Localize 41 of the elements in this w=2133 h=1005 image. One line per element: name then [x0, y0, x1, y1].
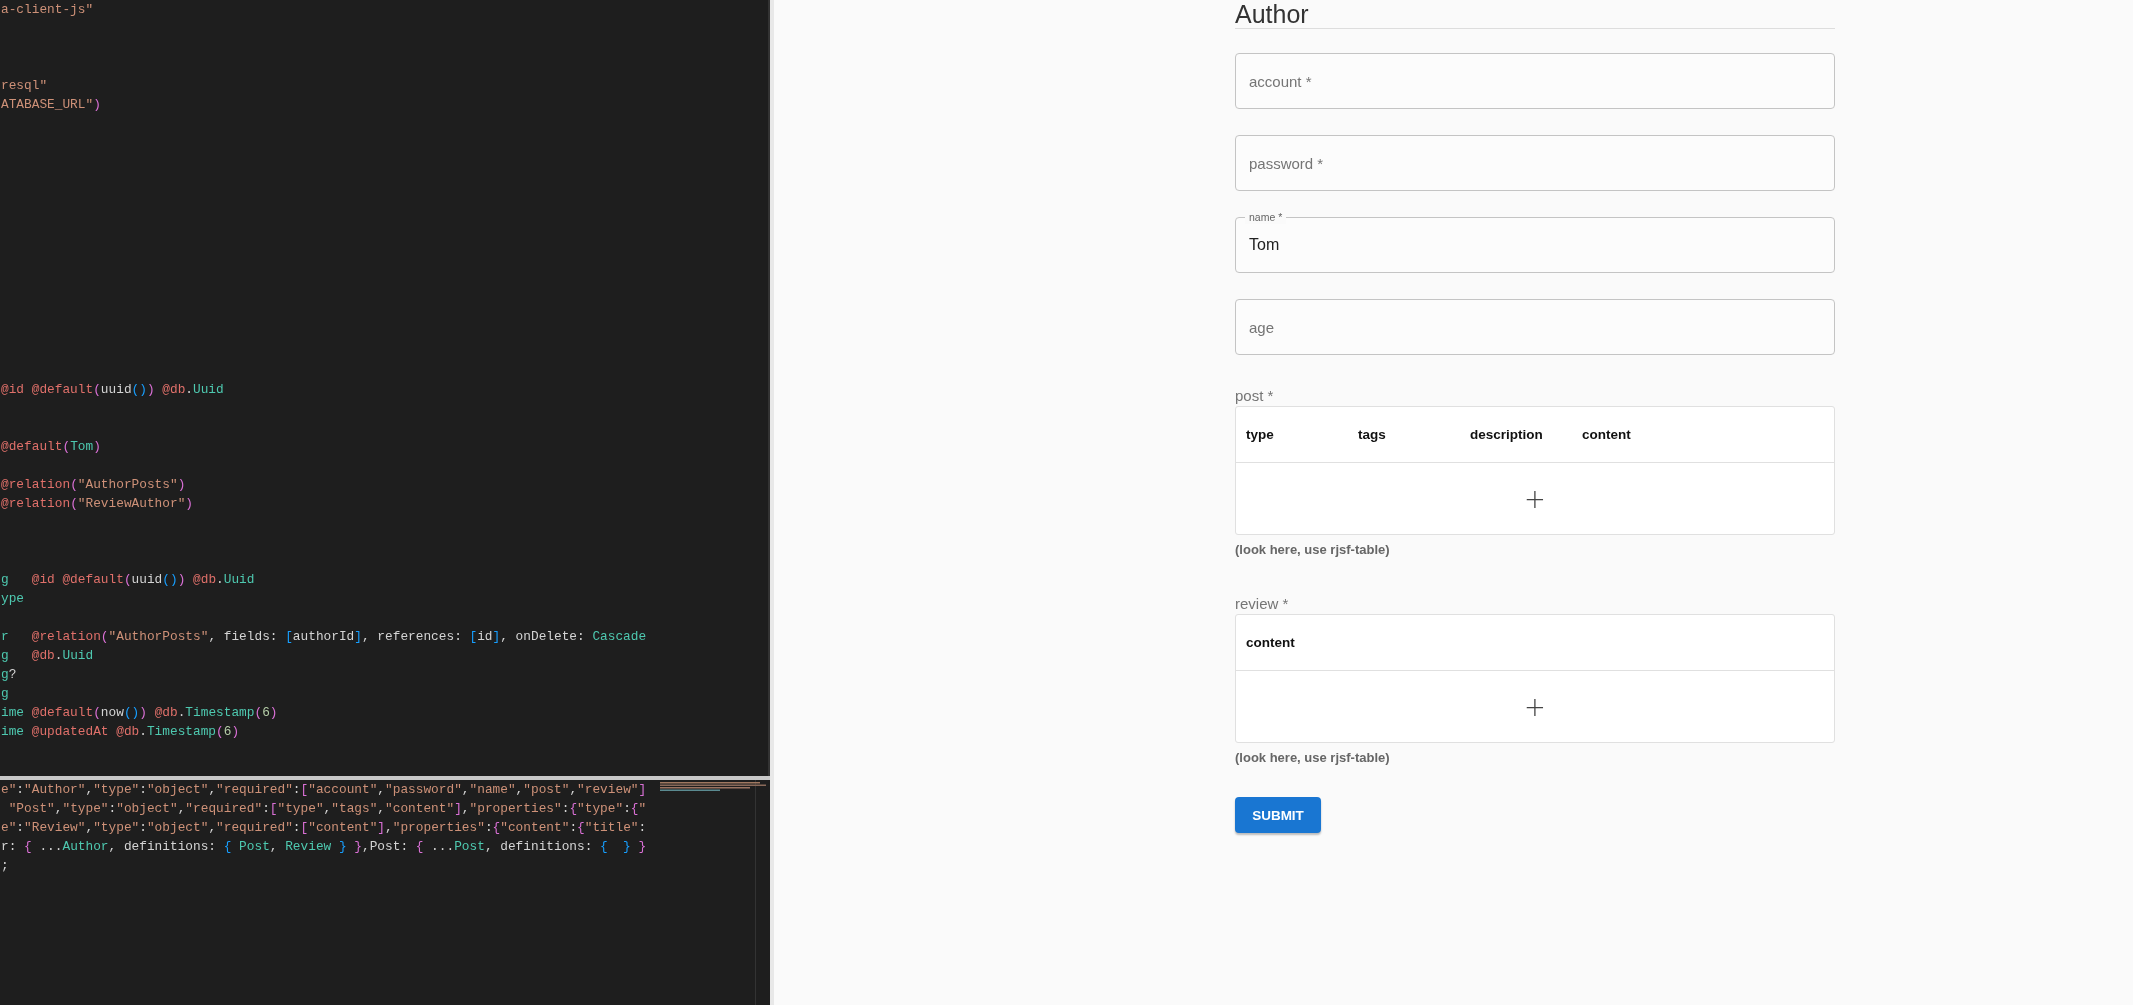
code-line: resql": [1, 77, 48, 95]
output-line: e":"Author","type":"object","required":["account","password","name","post","review"]: [1, 781, 647, 799]
code-line: @default(Tom): [1, 438, 101, 456]
column-header: content: [1581, 427, 1632, 442]
code-line: ime @updatedAt @db.Timestamp(6): [1, 723, 240, 741]
code-line: r @relation("AuthorPosts", fields: [authorId], references: [id], onDelete: Cascade: [1, 628, 647, 646]
code-line: ime @default(now()) @db.Timestamp(6): [1, 704, 278, 722]
output-line: e":"Review","type":"object","required":["content"],"properties":{"content":{"title":: [1, 819, 647, 837]
text-field[interactable]: password *: [1235, 135, 1835, 191]
code-line: a-client-js": [1, 1, 94, 19]
field-label: password *: [1249, 154, 1324, 172]
text-field[interactable]: account *: [1235, 53, 1835, 109]
code-line: @relation("AuthorPosts"): [1, 476, 186, 494]
code-line: g @db.Uuid: [1, 647, 94, 665]
field-label: age: [1249, 318, 1275, 336]
field-label: account *: [1249, 72, 1312, 90]
code-line: g: [1, 685, 9, 703]
table-hint: (look here, use rjsf-table): [1235, 542, 1390, 557]
output-line: "Post","type":"object","required":["type","tags","content"],"properties":{"type":{": [7, 800, 647, 818]
form-title: Author: [1235, 0, 1309, 28]
submit-button[interactable]: SUBMIT: [1235, 797, 1321, 833]
table-label: post *: [1235, 387, 1274, 404]
code-line: g?: [1, 666, 17, 684]
column-header: type: [1245, 427, 1275, 442]
table-label: review *: [1235, 595, 1289, 612]
code-line: ATABASE_URL"): [1, 96, 101, 114]
output-line: r: { ...Author, definitions: { Post, Review } },Post: { ...Post, definitions: { } }: [1, 838, 647, 856]
column-header: tags: [1357, 427, 1387, 442]
add-row-button[interactable]: +: [1520, 692, 1550, 721]
output-line: ;: [1, 857, 9, 875]
code-line: @relation("ReviewAuthor"): [1, 495, 193, 513]
column-header: description: [1469, 427, 1544, 442]
table-hint: (look here, use rjsf-table): [1235, 750, 1390, 765]
field-label: name *: [1245, 210, 1287, 224]
code-line: ype: [1, 590, 25, 608]
add-row-button[interactable]: +: [1520, 484, 1550, 513]
column-header: content: [1245, 635, 1296, 650]
code-line: @id @default(uuid()) @db.Uuid: [1, 381, 224, 399]
field-value: Tom: [1249, 236, 1280, 254]
code-line: g @id @default(uuid()) @db.Uuid: [1, 571, 255, 589]
text-field[interactable]: age: [1235, 299, 1835, 355]
